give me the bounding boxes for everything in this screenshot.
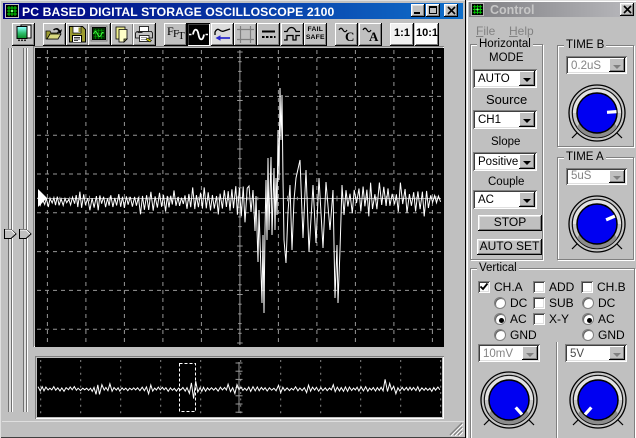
svg-text:A: A <box>369 29 379 44</box>
svg-text:C: C <box>345 29 354 44</box>
